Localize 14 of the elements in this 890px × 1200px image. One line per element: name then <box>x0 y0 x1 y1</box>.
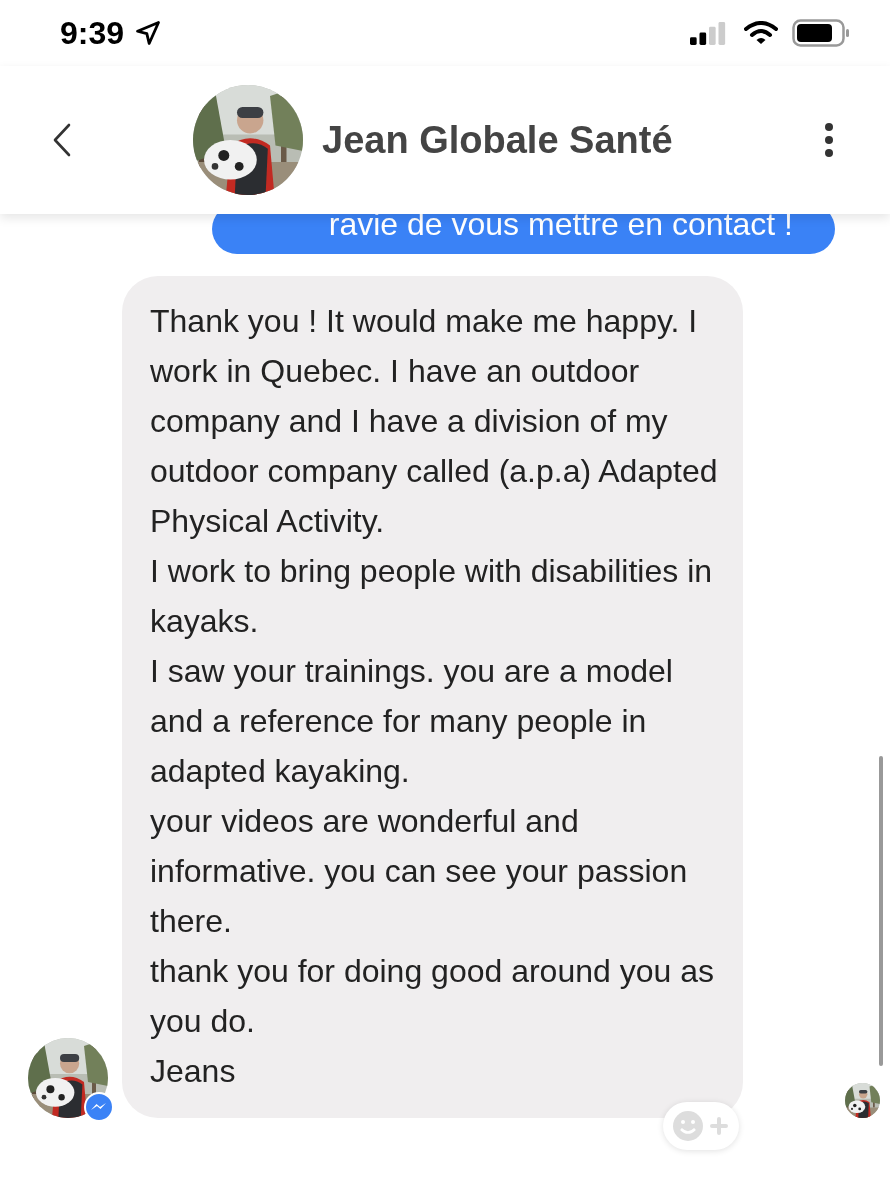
battery-icon <box>792 19 850 47</box>
contact-name[interactable]: Jean Globale Santé <box>322 118 673 162</box>
message-text: Jeans <box>150 1052 237 1091</box>
message-text: I work to bring people with disabilities in kayaks. <box>150 552 714 641</box>
more-options-button[interactable] <box>824 123 834 157</box>
signal-icon <box>690 21 728 45</box>
back-button[interactable] <box>52 123 72 157</box>
message-text: your videos are wonderful and informative. you can see your passion there. <box>150 802 689 941</box>
wifi-icon <box>744 21 778 45</box>
messenger-badge-icon <box>84 1092 114 1122</box>
status-time: 9:39 <box>60 14 125 52</box>
message-text: Thank you ! It would make me happy. I work in Quebec. I have an outdoor company and I have a division of my outdoor company called (a.p.a) Adapted Physical Activity. <box>150 302 719 541</box>
message-text: thank you for doing good around you as you do. <box>150 952 715 1041</box>
message-text: I saw your trainings. you are a model and a reference for many people in adapted kayaking. <box>150 652 674 791</box>
